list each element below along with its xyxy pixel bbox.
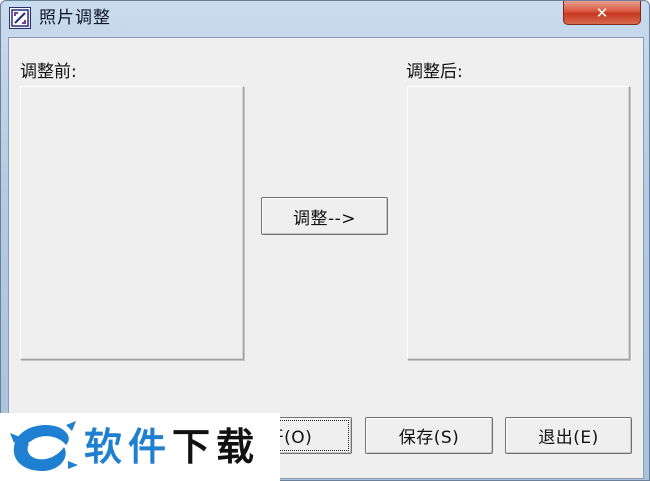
- before-image-frame: [20, 86, 244, 360]
- close-button[interactable]: ✕: [563, 1, 641, 25]
- app-window: 照片调整 ✕ 调整前: 调整后: 调整--> 开(O) 保存(S) 退出(E): [0, 0, 650, 481]
- window-title: 照片调整: [39, 8, 111, 28]
- dragon-logo: [10, 421, 78, 471]
- photo-adjust-icon: [9, 7, 31, 29]
- watermark-text: 软件下载: [84, 425, 260, 469]
- adjust-button[interactable]: 调整-->: [261, 197, 388, 235]
- close-icon: ✕: [595, 3, 609, 22]
- title-bar[interactable]: 照片调整 ✕: [1, 1, 649, 37]
- watermark-text-blue: 软件: [84, 425, 173, 469]
- label-after: 调整后:: [406, 62, 463, 82]
- save-button[interactable]: 保存(S): [365, 417, 493, 454]
- watermark-text-black: 下载: [172, 425, 261, 469]
- label-before: 调整前:: [20, 62, 77, 82]
- after-image-frame: [407, 86, 630, 360]
- watermark-banner: 软件下载: [0, 413, 280, 481]
- exit-button[interactable]: 退出(E): [505, 417, 632, 454]
